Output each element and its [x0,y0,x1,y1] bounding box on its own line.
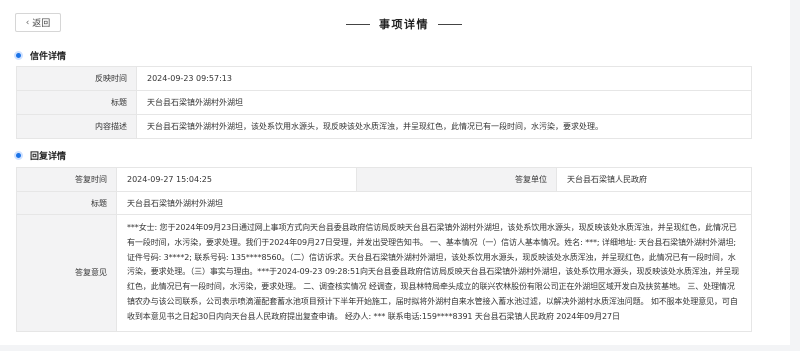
letter-time-value: 2024-09-23 09:57:13 [136,66,752,91]
title-divider-right [438,23,462,25]
reply-time-label: 答复时间 [16,167,117,192]
section-bullet-icon [14,51,23,60]
reply-title-value: 天台县石梁镇外湖村外湖坦 [116,191,752,215]
section-bullet-icon [14,151,23,160]
reply-title-label: 标题 [16,191,117,215]
back-button-label: 返回 [32,19,51,29]
page-right-gutter [790,0,800,351]
letter-detail-table: 反映时间 2024-09-23 09:57:13 标题 天台县石梁镇外湖村外湖坦… [16,66,752,139]
page-title: 事项详情 [334,15,474,33]
table-row: 标题 天台县石梁镇外湖村外湖坦 [16,191,752,215]
reply-opinion-label: 答复意见 [16,214,117,332]
letter-title-label: 标题 [16,90,137,115]
reply-time-value: 2024-09-27 15:04:25 [116,167,357,192]
back-button[interactable]: ‹ 返回 [15,13,61,32]
letter-title-value: 天台县石梁镇外湖村外湖坦 [136,90,752,115]
reply-section-title: 回复详情 [30,152,67,162]
reply-section-header: 回复详情 [14,149,66,162]
letter-time-label: 反映时间 [16,66,137,91]
reply-opinion-value: ***女士: 您于2024年09月23日通过网上事项方式向天台县委县政府信访局反… [116,214,752,332]
table-row: 反映时间 2024-09-23 09:57:13 [16,66,752,91]
chevron-left-icon: ‹ [25,17,30,28]
letter-section-title: 信件详情 [30,52,67,62]
table-row: 答复意见 ***女士: 您于2024年09月23日通过网上事项方式向天台县委县政… [16,214,752,332]
table-row: 答复时间 2024-09-27 15:04:25 答复单位 天台县石梁镇人民政府 [16,167,752,192]
letter-content-label: 内容描述 [16,114,137,139]
page-bottom-gutter [0,345,800,351]
letter-content-value: 天台县石梁镇外湖村外湖坦，该处系饮用水源头，现反映该处水质浑浊，并呈现红色，此情… [136,114,752,139]
reply-unit-value: 天台县石梁镇人民政府 [556,167,752,192]
page-title-text: 事项详情 [379,18,429,31]
reply-detail-table: 答复时间 2024-09-27 15:04:25 答复单位 天台县石梁镇人民政府… [16,167,752,332]
letter-section-header: 信件详情 [14,49,66,62]
title-divider-left [346,23,370,25]
table-row: 标题 天台县石梁镇外湖村外湖坦 [16,90,752,115]
reply-unit-label: 答复单位 [356,167,557,192]
table-row: 内容描述 天台县石梁镇外湖村外湖坦，该处系饮用水源头，现反映该处水质浑浊，并呈现… [16,114,752,139]
